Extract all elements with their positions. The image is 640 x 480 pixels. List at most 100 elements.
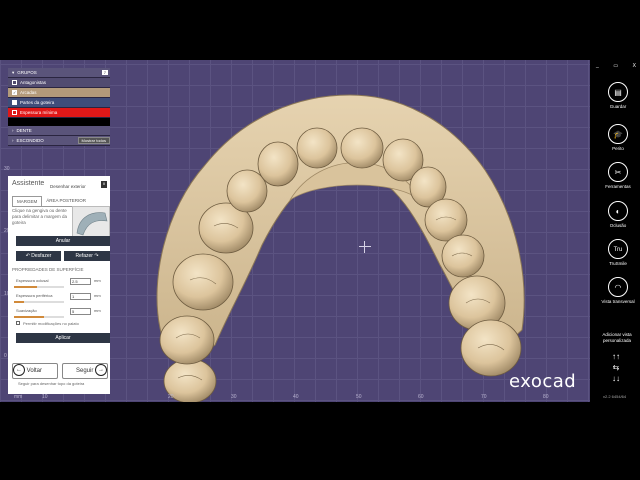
- field-unit: mm: [94, 278, 101, 283]
- escondido-section[interactable]: › ESCONDIDO Mostrar todos: [8, 136, 110, 146]
- assistant-title: Assistente: [12, 180, 45, 187]
- groups-header-label: GRUPOS: [17, 70, 37, 75]
- crosshair-cursor: [359, 241, 371, 253]
- ruler-x-tick: 60: [418, 394, 424, 400]
- chevron-down-icon: ▾: [12, 69, 15, 75]
- smoothing-slider[interactable]: [14, 316, 64, 318]
- tooth: [441, 234, 485, 278]
- toolbar-expert[interactable]: 🎓 Perito: [596, 124, 640, 151]
- group-checkbox[interactable]: [12, 110, 17, 115]
- dente-section[interactable]: › DENTE: [8, 126, 110, 136]
- expert-icon: 🎓: [608, 124, 628, 144]
- toolbar-label: Perito: [612, 146, 624, 151]
- refazer-button-label: Refazer: [75, 253, 93, 259]
- group-item-espessura-minima[interactable]: Espessura mínima: [8, 108, 110, 118]
- occlusal-thickness-slider[interactable]: [14, 286, 64, 288]
- groups-panel: ▾ GRUPOS 7 Antagonistas ✓ Arcadas Partes…: [8, 68, 110, 146]
- group-item-partes-goteira[interactable]: Partes da goteira: [8, 98, 110, 108]
- tooth: [159, 315, 215, 365]
- restore-button[interactable]: ▭: [613, 63, 618, 69]
- group-checkbox-checked[interactable]: [12, 100, 17, 105]
- ruler-x-tick: 20: [168, 394, 174, 400]
- ruler-x-tick: 10: [42, 394, 48, 400]
- assistant-panel: Assistente Desenhar exterior II MARGEM Á…: [8, 176, 110, 394]
- chevron-right-icon: ›: [12, 138, 14, 143]
- allow-palate-modifications[interactable]: Permitir modificações no palato: [16, 321, 79, 326]
- smoothing-input[interactable]: 5: [70, 308, 91, 315]
- refazer-button[interactable]: Refazer ↷: [64, 251, 110, 261]
- save-icon: ▤: [608, 82, 628, 102]
- close-button[interactable]: X: [633, 63, 636, 69]
- field-label: Espessura periférica: [16, 293, 53, 298]
- toolbar-cross-section[interactable]: ◠ Vista transversal: [596, 277, 640, 304]
- toolbar-occlusion[interactable]: ◐ Oclusão: [596, 201, 640, 228]
- arrow-left-icon: ←: [13, 364, 25, 377]
- ruler-corner: mm: [14, 394, 23, 400]
- peripheral-thickness-slider[interactable]: [14, 301, 64, 303]
- field-unit: mm: [94, 308, 101, 313]
- back-button[interactable]: ← Voltar: [12, 363, 58, 379]
- toolbar-label: Ferramentas: [605, 184, 631, 189]
- minimize-button[interactable]: _: [596, 63, 599, 69]
- field-unit: mm: [94, 293, 101, 298]
- undo-button[interactable]: Anular: [16, 236, 110, 246]
- checkbox[interactable]: [16, 321, 20, 325]
- ruler-x-tick: 80: [543, 394, 549, 400]
- next-button-label: Seguir: [75, 368, 94, 374]
- window-controls: _ ▭ X: [596, 63, 636, 69]
- arrows-down-icon[interactable]: ↓↓: [602, 373, 630, 384]
- tab-area-posterior[interactable]: ÁREA POSTERIOR: [42, 196, 90, 206]
- groups-header[interactable]: ▾ GRUPOS 7: [8, 68, 110, 78]
- arrows-up-icon[interactable]: ↑↑: [602, 351, 630, 362]
- toolbar-save[interactable]: ▤ Guardar: [596, 82, 640, 109]
- ruler-x-tick: 30: [231, 394, 237, 400]
- show-all-button[interactable]: Mostrar todos: [77, 137, 110, 144]
- tooth: [257, 141, 299, 187]
- field-label: Suavização: [16, 308, 37, 313]
- group-checkbox-checked[interactable]: ✓: [12, 90, 17, 95]
- ruler-x-tick: 50: [356, 394, 362, 400]
- tooth: [172, 253, 234, 311]
- group-label: Partes da goteira: [20, 100, 55, 105]
- slider-fill: [14, 301, 24, 303]
- assistant-step-badge: II: [101, 181, 107, 188]
- assistant-footer-hint: Seguir para desenhar topo da goteira: [18, 381, 85, 386]
- arrow-right-icon: →: [95, 364, 107, 377]
- apply-button[interactable]: Aplicar: [16, 333, 110, 343]
- tooth: [424, 198, 468, 242]
- tooth: [460, 319, 522, 377]
- occlusal-thickness-input[interactable]: 2.5: [70, 278, 91, 285]
- peripheral-thickness-input[interactable]: 1: [70, 293, 91, 300]
- next-button[interactable]: Seguir →: [62, 363, 108, 379]
- redo-button-label: Desfazer: [31, 253, 52, 259]
- group-label: Arcadas: [20, 90, 37, 95]
- assistant-subtitle: Desenhar exterior: [50, 184, 86, 189]
- view-direction-arrows[interactable]: ↑↑ ⇆ ↓↓: [602, 351, 630, 384]
- trusmile-icon: Tru: [608, 239, 628, 259]
- tooth: [296, 127, 338, 169]
- add-custom-view-label[interactable]: Adicionar vista personalizada: [594, 332, 640, 344]
- toolbar-tools[interactable]: ✂ Ferramentas: [596, 162, 640, 189]
- group-label: Espessura mínima: [20, 110, 58, 115]
- version-label: v2.2 6454/64: [603, 394, 627, 399]
- tab-margem[interactable]: MARGEM: [12, 196, 43, 206]
- tools-icon: ✂: [608, 162, 628, 182]
- ruler-x-tick: 70: [481, 394, 487, 400]
- group-label: Antagonistas: [20, 80, 47, 85]
- surface-properties-heading: PROPRIEDADES DE SUPERFÍCIE: [12, 267, 84, 272]
- occlusion-icon: ◐: [608, 201, 628, 221]
- groups-count-badge: 7: [101, 70, 108, 75]
- group-item-arcadas[interactable]: ✓ Arcadas: [8, 88, 110, 98]
- dente-label: DENTE: [16, 128, 32, 133]
- redo-button[interactable]: ↶ Desfazer: [16, 251, 61, 261]
- toolbar-label: Oclusão: [609, 223, 627, 228]
- back-button-label: Voltar: [26, 368, 43, 374]
- spacer: [8, 118, 110, 126]
- group-item-antagonistas[interactable]: Antagonistas: [8, 78, 110, 88]
- arrows-horizontal-icon[interactable]: ⇆: [602, 362, 630, 373]
- ruler-x-tick: 40: [293, 394, 299, 400]
- group-checkbox[interactable]: [12, 80, 17, 85]
- toolbar-trusmile[interactable]: Tru TruSmile: [596, 239, 640, 266]
- redo-arrow-icon: ↷: [92, 253, 99, 259]
- exocad-logo: exocad: [509, 371, 577, 392]
